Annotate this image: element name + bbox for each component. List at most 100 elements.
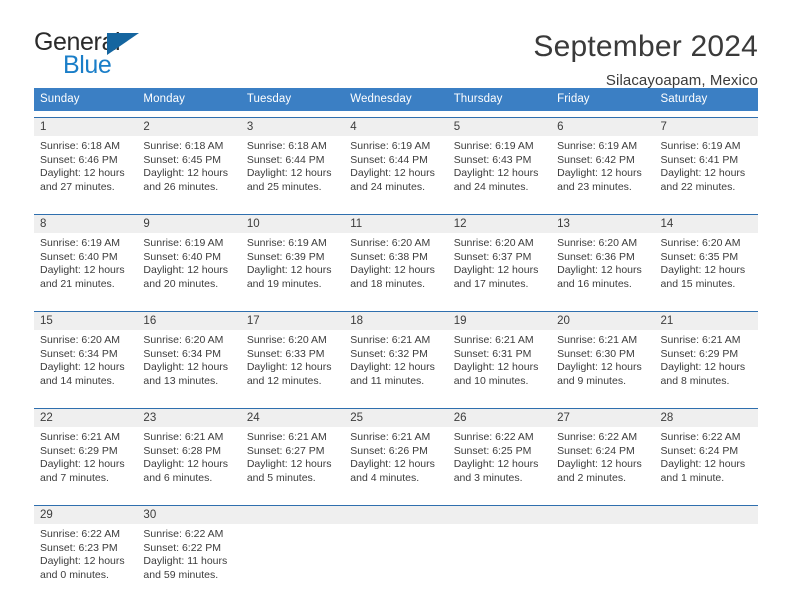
day-cell[interactable]: Sunrise: 6:20 AM Sunset: 6:33 PM Dayligh… <box>241 330 344 402</box>
daylight-text-2: and 0 minutes. <box>40 568 109 581</box>
sunrise-text: Sunrise: 6:18 AM <box>143 140 224 152</box>
day-cell[interactable]: Sunrise: 6:21 AM Sunset: 6:32 PM Dayligh… <box>344 330 447 402</box>
daylight-text-2: and 3 minutes. <box>453 471 523 484</box>
day-number[interactable]: 4 <box>344 118 447 136</box>
day-cell[interactable]: Sunrise: 6:19 AM Sunset: 6:39 PM Dayligh… <box>241 233 344 305</box>
weekday-tuesday: Tuesday <box>246 93 292 105</box>
day-cell[interactable]: Sunrise: 6:19 AM Sunset: 6:43 PM Dayligh… <box>448 136 551 208</box>
day-cell[interactable]: Sunrise: 6:19 AM Sunset: 6:40 PM Dayligh… <box>34 233 137 305</box>
day-cell[interactable]: Sunrise: 6:22 AM Sunset: 6:22 PM Dayligh… <box>137 524 240 596</box>
day-number[interactable]: 8 <box>34 215 137 233</box>
day-cell[interactable]: Sunrise: 6:18 AM Sunset: 6:46 PM Dayligh… <box>34 136 137 208</box>
sunrise-text: Sunrise: 6:19 AM <box>40 237 120 249</box>
sunrise-text: Sunrise: 6:21 AM <box>40 431 120 443</box>
day-number[interactable]: 29 <box>34 506 137 524</box>
daylight-text-2: and 24 minutes. <box>350 180 425 193</box>
daylight-text-1: Daylight: 12 hours <box>453 167 539 180</box>
day-cell[interactable]: Sunrise: 6:21 AM Sunset: 6:31 PM Dayligh… <box>448 330 551 402</box>
sunset-text: Sunset: 6:43 PM <box>453 153 532 166</box>
day-number[interactable]: 26 <box>448 409 551 427</box>
day-number[interactable]: 30 <box>137 506 240 524</box>
day-number-empty <box>448 506 551 524</box>
day-cell[interactable]: Sunrise: 6:19 AM Sunset: 6:41 PM Dayligh… <box>655 136 758 208</box>
day-number[interactable]: 10 <box>241 215 344 233</box>
day-cell[interactable]: Sunrise: 6:21 AM Sunset: 6:28 PM Dayligh… <box>137 427 240 499</box>
daylight-text-1: Daylight: 12 hours <box>557 458 642 471</box>
daylight-text-2: and 12 minutes. <box>246 374 322 387</box>
daylight-text-2: and 8 minutes. <box>660 374 730 387</box>
daylight-text-1: Daylight: 12 hours <box>453 458 539 471</box>
sunset-text: Sunset: 6:23 PM <box>40 541 118 554</box>
day-number[interactable]: 20 <box>551 312 654 330</box>
day-number[interactable]: 1 <box>34 118 137 136</box>
day-number[interactable]: 6 <box>551 118 654 136</box>
week-detail-band: Sunrise: 6:20 AM Sunset: 6:34 PM Dayligh… <box>34 330 758 402</box>
daylight-text-1: Daylight: 12 hours <box>453 361 539 374</box>
day-number[interactable]: 24 <box>241 409 344 427</box>
daylight-text-1: Daylight: 12 hours <box>350 167 435 180</box>
day-number[interactable]: 28 <box>655 409 758 427</box>
daylight-text-1: Daylight: 12 hours <box>40 458 125 471</box>
week-row: 29 30 Sunrise: 6:22 AM Sunset: 6:23 PM D… <box>34 505 758 596</box>
sunrise-text: Sunrise: 6:21 AM <box>453 334 534 346</box>
day-number[interactable]: 14 <box>655 215 758 233</box>
day-number[interactable]: 11 <box>344 215 447 233</box>
sunrise-text: Sunrise: 6:20 AM <box>660 237 741 249</box>
day-number[interactable]: 7 <box>655 118 758 136</box>
daylight-text-1: Daylight: 12 hours <box>143 361 229 374</box>
day-cell[interactable]: Sunrise: 6:20 AM Sunset: 6:34 PM Dayligh… <box>137 330 240 402</box>
day-number[interactable]: 19 <box>448 312 551 330</box>
day-number[interactable]: 13 <box>551 215 654 233</box>
daylight-text-2: and 10 minutes. <box>453 374 529 387</box>
day-number[interactable]: 18 <box>344 312 447 330</box>
day-cell[interactable]: Sunrise: 6:21 AM Sunset: 6:29 PM Dayligh… <box>655 330 758 402</box>
sunrise-text: Sunrise: 6:22 AM <box>453 431 534 443</box>
sunrise-text: Sunrise: 6:18 AM <box>40 140 120 152</box>
day-number[interactable]: 17 <box>241 312 344 330</box>
day-cell[interactable]: Sunrise: 6:18 AM Sunset: 6:44 PM Dayligh… <box>241 136 344 208</box>
day-number[interactable]: 21 <box>655 312 758 330</box>
general-blue-logo: General Blue <box>34 28 174 80</box>
day-cell[interactable]: Sunrise: 6:20 AM Sunset: 6:36 PM Dayligh… <box>551 233 654 305</box>
day-cell[interactable]: Sunrise: 6:20 AM Sunset: 6:35 PM Dayligh… <box>655 233 758 305</box>
day-cell[interactable]: Sunrise: 6:19 AM Sunset: 6:42 PM Dayligh… <box>551 136 654 208</box>
weekday-monday: Monday <box>143 93 185 105</box>
day-cell[interactable]: Sunrise: 6:19 AM Sunset: 6:40 PM Dayligh… <box>137 233 240 305</box>
day-cell[interactable]: Sunrise: 6:19 AM Sunset: 6:44 PM Dayligh… <box>344 136 447 208</box>
day-cell[interactable]: Sunrise: 6:20 AM Sunset: 6:34 PM Dayligh… <box>34 330 137 402</box>
daylight-text-2: and 6 minutes. <box>143 471 213 484</box>
day-number[interactable]: 3 <box>241 118 344 136</box>
sunrise-text: Sunrise: 6:19 AM <box>453 140 534 152</box>
day-number[interactable]: 16 <box>137 312 240 330</box>
day-number[interactable]: 15 <box>34 312 137 330</box>
day-cell[interactable]: Sunrise: 6:21 AM Sunset: 6:27 PM Dayligh… <box>241 427 344 499</box>
day-number[interactable]: 22 <box>34 409 137 427</box>
day-cell[interactable]: Sunrise: 6:20 AM Sunset: 6:38 PM Dayligh… <box>344 233 447 305</box>
day-cell[interactable]: Sunrise: 6:21 AM Sunset: 6:30 PM Dayligh… <box>551 330 654 402</box>
day-number[interactable]: 5 <box>448 118 551 136</box>
daylight-text-2: and 16 minutes. <box>557 277 632 290</box>
day-cell[interactable]: Sunrise: 6:18 AM Sunset: 6:45 PM Dayligh… <box>137 136 240 208</box>
day-cell[interactable]: Sunrise: 6:22 AM Sunset: 6:25 PM Dayligh… <box>448 427 551 499</box>
logo-text-blue: Blue <box>63 51 112 79</box>
calendar-page: General Blue September 2024 Silacayoapam… <box>0 0 792 612</box>
day-cell[interactable]: Sunrise: 6:21 AM Sunset: 6:29 PM Dayligh… <box>34 427 137 499</box>
weekday-thursday: Thursday <box>453 93 503 105</box>
day-cell[interactable]: Sunrise: 6:22 AM Sunset: 6:24 PM Dayligh… <box>551 427 654 499</box>
day-number[interactable]: 9 <box>137 215 240 233</box>
day-number[interactable]: 2 <box>137 118 240 136</box>
day-cell[interactable]: Sunrise: 6:20 AM Sunset: 6:37 PM Dayligh… <box>448 233 551 305</box>
day-number[interactable]: 12 <box>448 215 551 233</box>
daylight-text-1: Daylight: 12 hours <box>557 361 642 374</box>
sunrise-text: Sunrise: 6:22 AM <box>557 431 638 443</box>
day-cell[interactable]: Sunrise: 6:22 AM Sunset: 6:24 PM Dayligh… <box>655 427 758 499</box>
daylight-text-1: Daylight: 12 hours <box>246 264 332 277</box>
day-number[interactable]: 23 <box>137 409 240 427</box>
daylight-text-1: Daylight: 12 hours <box>660 167 746 180</box>
day-cell-empty <box>655 524 758 596</box>
day-number[interactable]: 25 <box>344 409 447 427</box>
daylight-text-1: Daylight: 12 hours <box>143 167 229 180</box>
day-cell[interactable]: Sunrise: 6:22 AM Sunset: 6:23 PM Dayligh… <box>34 524 137 596</box>
day-cell[interactable]: Sunrise: 6:21 AM Sunset: 6:26 PM Dayligh… <box>344 427 447 499</box>
day-number[interactable]: 27 <box>551 409 654 427</box>
